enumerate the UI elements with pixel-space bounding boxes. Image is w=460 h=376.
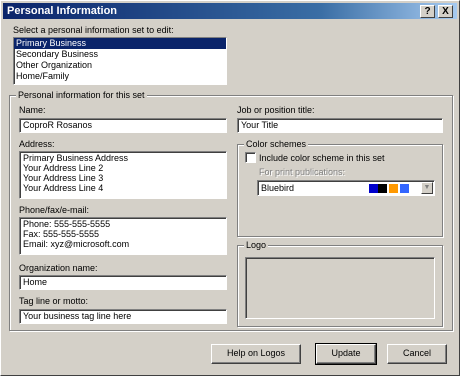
swatch-color: [400, 184, 409, 193]
swatch-color: [369, 184, 378, 193]
selector-label: Select a personal information set to edi…: [13, 25, 174, 35]
job-title-label: Job or position title:: [237, 105, 315, 115]
contact-line: Fax: 555-555-5555: [23, 229, 100, 239]
address-line: Primary Business Address: [23, 153, 129, 163]
info-set-list[interactable]: Primary Business Secondary Business Othe…: [13, 37, 227, 85]
list-item[interactable]: Home/Family: [14, 71, 226, 82]
name-label: Name:: [19, 105, 46, 115]
tagline-field[interactable]: Your business tag line here: [19, 309, 227, 324]
scheme-value: Bluebird: [261, 183, 295, 193]
swatch-color: [378, 184, 387, 193]
include-color-label: Include color scheme in this set: [259, 153, 385, 163]
address-line: Your Address Line 2: [23, 163, 104, 173]
tagline-label: Tag line or motto:: [19, 296, 89, 306]
cancel-button[interactable]: Cancel: [387, 344, 447, 364]
logo-preview[interactable]: [245, 257, 435, 319]
job-title-field[interactable]: Your Title: [237, 118, 443, 133]
window-title: Personal Information: [7, 5, 118, 17]
organization-field[interactable]: Home: [19, 275, 227, 290]
group-title: Color schemes: [244, 139, 309, 150]
help-title-button[interactable]: ?: [420, 5, 435, 18]
print-publications-label: For print publications:: [259, 167, 346, 177]
address-field[interactable]: Primary Business Address Your Address Li…: [19, 151, 227, 199]
organization-label: Organization name:: [19, 263, 98, 273]
contact-field[interactable]: Phone: 555-555-5555 Fax: 555-555-5555 Em…: [19, 217, 227, 255]
contact-label: Phone/fax/e-mail:: [19, 205, 90, 215]
color-scheme-dropdown[interactable]: Bluebird ▼: [257, 180, 435, 196]
group-title: Personal information for this set: [16, 90, 147, 101]
include-color-checkbox[interactable]: [245, 152, 256, 163]
address-line: Your Address Line 3: [23, 173, 104, 183]
list-item[interactable]: Primary Business: [14, 38, 226, 49]
list-item[interactable]: Other Organization: [14, 60, 226, 71]
contact-line: Email: xyz@microsoft.com: [23, 239, 130, 249]
update-button[interactable]: Update: [315, 343, 377, 365]
group-title: Logo: [244, 240, 269, 251]
address-label: Address:: [19, 139, 55, 149]
swatch-color: [389, 184, 398, 193]
chevron-down-icon[interactable]: ▼: [421, 182, 433, 194]
title-bar: Personal Information ? X: [3, 3, 457, 19]
close-title-button[interactable]: X: [438, 5, 453, 18]
address-line: Your Address Line 4: [23, 183, 104, 193]
help-on-logos-button[interactable]: Help on Logos: [211, 344, 301, 364]
personal-information-dialog: Personal Information ? X Select a person…: [0, 0, 460, 376]
list-item[interactable]: Secondary Business: [14, 49, 226, 60]
contact-line: Phone: 555-555-5555: [23, 219, 111, 229]
name-field[interactable]: CoproR Rosanos: [19, 118, 227, 133]
